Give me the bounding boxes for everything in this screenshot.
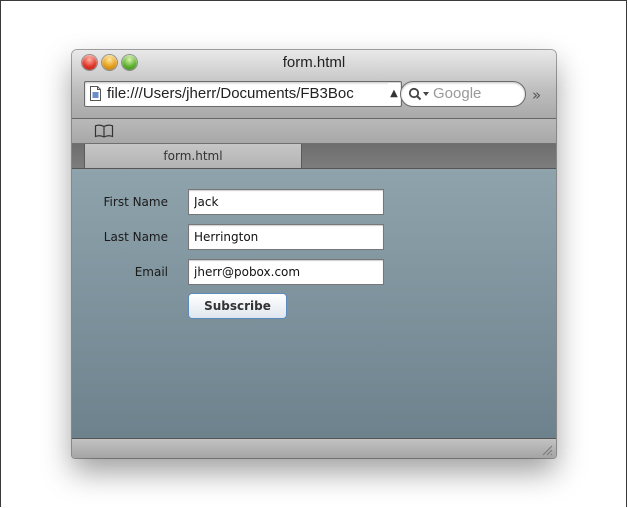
email-label: Email — [134, 265, 168, 279]
address-text: file:///Users/jherr/Documents/FB3Boc — [107, 85, 354, 102]
last-name-field[interactable] — [188, 224, 384, 250]
email-field[interactable] — [188, 259, 384, 285]
last-name-label: Last Name — [103, 230, 168, 244]
address-dropdown-icon[interactable]: ▲ — [388, 83, 400, 105]
first-name-field[interactable] — [188, 189, 384, 215]
window-title: form.html — [282, 54, 346, 71]
title-bar: form.html file:///Users/jherr/Documents/… — [72, 50, 556, 119]
search-icon — [408, 87, 429, 101]
search-placeholder: Google — [433, 85, 482, 102]
book-icon[interactable] — [94, 124, 114, 138]
toolbar-overflow-icon[interactable]: » — [532, 86, 541, 104]
subscribe-button[interactable]: Subscribe — [188, 293, 287, 319]
address-bar[interactable]: file:///Users/jherr/Documents/FB3Boc ▲ — [84, 81, 402, 107]
status-bar — [72, 438, 556, 458]
bookmarks-bar — [72, 119, 556, 144]
tab-bar: form.html — [72, 144, 556, 169]
page-icon — [90, 86, 101, 101]
page-content: First Name Last Name Email Subscribe — [72, 169, 556, 438]
browser-window: form.html file:///Users/jherr/Documents/… — [72, 50, 556, 458]
tab-label: form.html — [163, 149, 223, 163]
first-name-label: First Name — [103, 195, 168, 209]
search-field[interactable]: Google — [400, 81, 526, 107]
tab-form-html[interactable]: form.html — [84, 144, 302, 168]
resize-grip-icon[interactable] — [541, 444, 553, 456]
